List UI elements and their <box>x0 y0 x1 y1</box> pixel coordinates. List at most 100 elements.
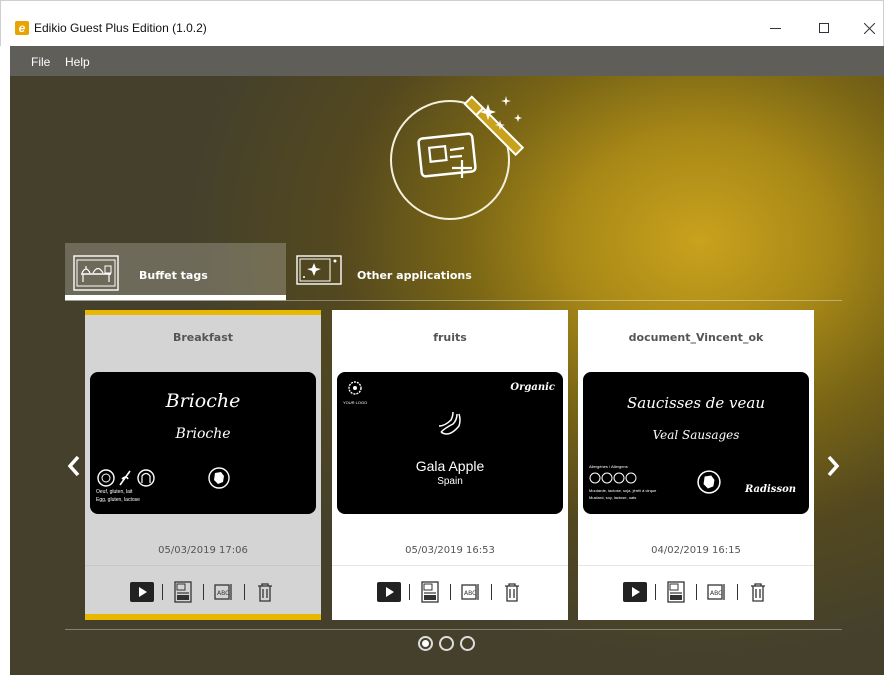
maximize-button[interactable] <box>801 13 846 43</box>
card-actions: ABC <box>332 580 568 604</box>
rename-icon: ABC <box>213 584 232 600</box>
tab-buffet-tags[interactable]: Buffet tags <box>65 243 286 301</box>
allergens-en: Mustard, soy, lactose, oats <box>589 495 637 500</box>
preview-line2: Spain <box>437 476 463 487</box>
svg-text:ABC: ABC <box>464 590 476 597</box>
separator <box>695 584 697 600</box>
template-button[interactable] <box>663 580 689 604</box>
svg-text:ABC: ABC <box>710 590 722 597</box>
delete-button[interactable] <box>499 580 525 604</box>
play-icon <box>376 582 401 602</box>
close-icon <box>864 22 875 34</box>
template-icon <box>420 581 439 603</box>
your-logo-icon <box>348 381 362 395</box>
selected-indicator-top <box>85 310 321 315</box>
template-button[interactable] <box>417 580 443 604</box>
document-card-breakfast[interactable]: Breakfast Brioche Brioche Oeuf, gluten, … <box>85 310 321 620</box>
tabs-divider <box>65 300 842 301</box>
page-dot-1[interactable] <box>418 636 433 651</box>
france-icon <box>697 470 721 494</box>
minimize-icon <box>770 27 781 29</box>
allergens-en: Egg, gluten, lactose <box>96 497 140 503</box>
page-dot-3[interactable] <box>460 636 475 651</box>
banana-icon <box>438 411 461 435</box>
tab-label: Buffet tags <box>139 269 208 282</box>
svg-text:ABC: ABC <box>217 590 229 597</box>
main-stage: Buffet tags Other applications Breakfast… <box>10 76 884 675</box>
selected-indicator-bottom <box>85 614 321 620</box>
preview-line1: Gala Apple <box>415 458 485 474</box>
document-card-fruits[interactable]: fruits YOUR LOGO Organic Gala Apple Spai… <box>332 310 568 620</box>
separator <box>490 584 492 600</box>
france-icon <box>208 467 230 489</box>
card-title: document_Vincent_ok <box>628 331 764 344</box>
other-applications-icon <box>296 255 342 285</box>
delete-button[interactable] <box>745 580 771 604</box>
tab-other-applications[interactable]: Other applications <box>291 243 521 301</box>
close-button[interactable] <box>847 13 884 43</box>
allergen-icons <box>97 469 155 487</box>
play-button[interactable] <box>129 580 155 604</box>
organic-badge: Organic <box>510 382 555 393</box>
template-button[interactable] <box>170 580 196 604</box>
card-actions: ABC <box>578 580 814 604</box>
card-divider <box>332 565 568 566</box>
card-divider <box>85 565 321 566</box>
rename-button[interactable]: ABC <box>458 580 484 604</box>
separator <box>736 584 738 600</box>
pagination-dots <box>418 636 475 651</box>
play-button[interactable] <box>376 580 402 604</box>
play-button[interactable] <box>622 580 648 604</box>
minimize-button[interactable] <box>753 13 798 43</box>
allergen-icons <box>589 472 637 484</box>
title-bar: e Edikio Guest Plus Edition (1.0.2) <box>0 0 884 46</box>
trash-icon <box>504 583 519 602</box>
rename-button[interactable]: ABC <box>211 580 237 604</box>
window-title: Edikio Guest Plus Edition (1.0.2) <box>34 21 207 35</box>
menu-bar: File Help <box>10 46 884 76</box>
chevron-left-icon[interactable] <box>66 454 82 478</box>
delete-button[interactable] <box>252 580 278 604</box>
card-date: 05/03/2019 17:06 <box>158 545 248 556</box>
trash-icon <box>257 583 272 602</box>
page-dot-2[interactable] <box>439 636 454 651</box>
preview-line2: Brioche <box>175 426 231 442</box>
card-divider <box>578 565 814 566</box>
trash-icon <box>750 583 765 602</box>
card-preview[interactable]: YOUR LOGO Organic Gala Apple Spain <box>337 372 563 514</box>
play-icon <box>622 582 647 602</box>
preview-line2: Veal Sausages <box>652 428 740 442</box>
card-title: fruits <box>433 331 467 344</box>
preview-line1: Saucisses de veau <box>626 394 766 412</box>
separator <box>161 584 163 600</box>
card-preview[interactable]: Saucisses de veau Veal Sausages Allergèn… <box>583 372 809 514</box>
document-card-vincent[interactable]: document_Vincent_ok Saucisses de veau Ve… <box>578 310 814 620</box>
maximize-icon <box>818 23 829 33</box>
card-actions: ABC <box>85 580 321 604</box>
tab-label: Other applications <box>357 269 472 282</box>
card-date: 04/02/2019 16:15 <box>651 545 741 556</box>
card-preview[interactable]: Brioche Brioche Oeuf, gluten, lait Egg, … <box>90 372 316 514</box>
app-icon: e <box>15 21 29 35</box>
radisson-logo: Radisson <box>745 484 797 495</box>
separator <box>654 584 656 600</box>
card-date: 05/03/2019 16:53 <box>405 545 495 556</box>
separator <box>243 584 245 600</box>
rename-icon: ABC <box>460 584 479 600</box>
preview-line1: Brioche <box>165 390 241 412</box>
chevron-right-icon[interactable] <box>825 454 841 478</box>
separator <box>202 584 204 600</box>
card-title: Breakfast <box>172 331 234 344</box>
template-icon <box>173 581 192 603</box>
buffet-tags-icon <box>73 255 119 291</box>
separator <box>449 584 451 600</box>
play-icon <box>129 582 154 602</box>
allergens-header: Allergènes / Allergens <box>589 464 628 469</box>
allergens-fr: Oeuf, gluten, lait <box>96 489 133 495</box>
menu-file[interactable]: File <box>31 55 50 69</box>
template-icon <box>666 581 685 603</box>
rename-button[interactable]: ABC <box>704 580 730 604</box>
menu-help[interactable]: Help <box>65 55 90 69</box>
magic-tag-logo-icon <box>417 95 525 178</box>
bottom-divider <box>65 629 842 630</box>
